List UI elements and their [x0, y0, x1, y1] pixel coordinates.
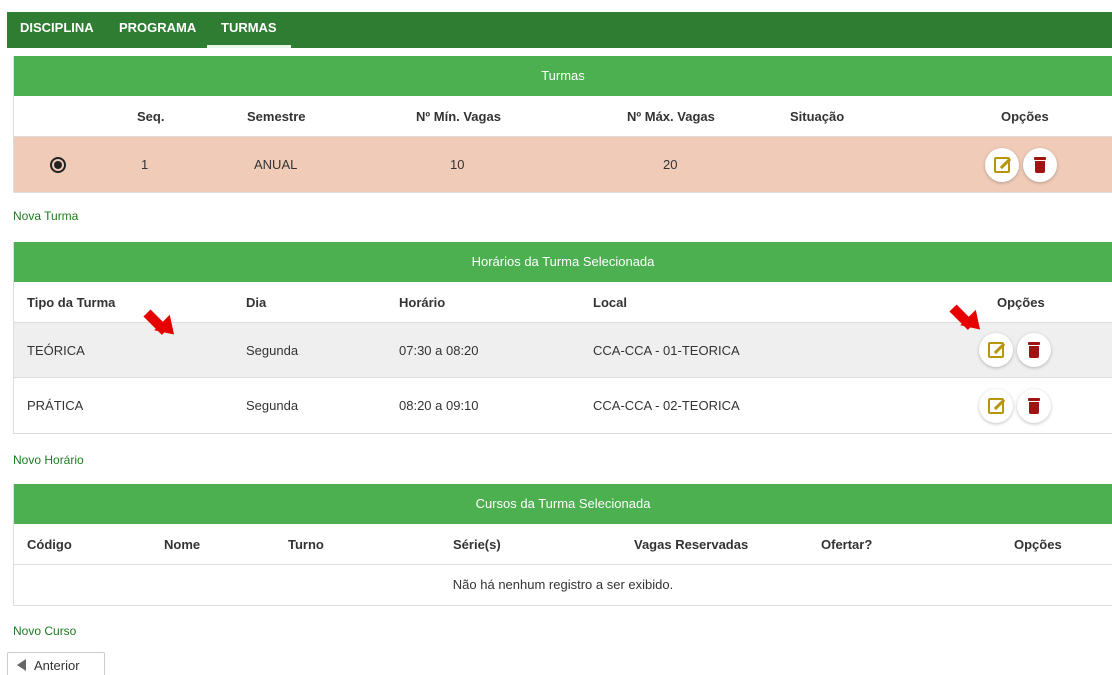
trash-icon — [1027, 397, 1041, 414]
delete-button[interactable] — [1023, 147, 1057, 182]
horarios-panel-title: Horários da Turma Selecionada — [14, 242, 1112, 282]
cell-semestre: ANUAL — [254, 157, 298, 172]
anterior-label: Anterior — [34, 657, 80, 673]
row-radio[interactable] — [50, 137, 66, 192]
cell-local: CCA-CCA - 02-TEORICA — [593, 398, 740, 413]
cell-tipo: PRÁTICA — [27, 398, 84, 413]
edit-button[interactable] — [979, 333, 1013, 367]
trash-icon — [1033, 156, 1047, 173]
delete-button[interactable] — [1017, 388, 1051, 423]
edit-button[interactable] — [979, 388, 1013, 423]
header-max-vagas: Nº Máx. Vagas — [627, 108, 715, 124]
header-dia: Dia — [246, 294, 267, 310]
header-opcoes: Opções — [1001, 108, 1049, 124]
novo-curso-link[interactable]: Novo Curso — [13, 624, 76, 638]
novo-horario-link[interactable]: Novo Horário — [13, 453, 84, 467]
cell-local: CCA-CCA - 01-TEORICA — [593, 342, 740, 358]
cursos-panel-title: Cursos da Turma Selecionada — [14, 484, 1112, 524]
row-options — [979, 378, 1051, 433]
cursos-header-row: Código Nome Turno Série(s) Vagas Reserva… — [14, 524, 1112, 565]
cell-horario: 08:20 a 09:10 — [399, 398, 479, 413]
header-local: Local — [593, 294, 627, 310]
tab-turmas[interactable]: TURMAS — [207, 12, 291, 48]
header-tipo-turma: Tipo da Turma — [27, 294, 116, 310]
anterior-button[interactable]: Anterior — [7, 652, 105, 675]
cell-max-vagas: 20 — [663, 157, 678, 172]
cell-seq: 1 — [141, 157, 149, 172]
nova-turma-link[interactable]: Nova Turma — [13, 209, 78, 223]
caret-left-icon — [17, 659, 26, 671]
table-row: PRÁTICA Segunda 08:20 a 09:10 CCA-CCA - … — [14, 378, 1112, 433]
trash-icon — [1027, 342, 1041, 358]
tab-disciplina[interactable]: DISCIPLINA — [20, 12, 94, 48]
edit-icon — [988, 342, 1004, 358]
header-opcoes: Opções — [1014, 536, 1062, 552]
header-semestre: Semestre — [247, 108, 306, 124]
radio-selected-icon[interactable] — [50, 156, 66, 173]
header-series: Série(s) — [453, 536, 501, 552]
top-navigation: DISCIPLINA PROGRAMA TURMAS — [7, 12, 1112, 48]
tab-programa[interactable]: PROGRAMA — [119, 12, 196, 48]
header-situacao: Situação — [790, 108, 845, 124]
edit-button[interactable] — [985, 147, 1019, 182]
header-codigo: Código — [27, 536, 72, 552]
empty-message: Não há nenhum registro a ser exibido. — [14, 565, 1112, 605]
edit-icon — [994, 156, 1010, 173]
header-seq: Seq. — [137, 108, 165, 124]
header-nome: Nome — [164, 536, 201, 552]
cell-dia: Segunda — [246, 398, 299, 413]
horarios-header-row: Tipo da Turma Dia Horário Local Opções — [14, 282, 1112, 323]
row-options — [979, 323, 1051, 377]
edit-icon — [988, 397, 1004, 414]
table-row: 1 ANUAL 10 20 — [14, 137, 1112, 192]
cursos-panel: Cursos da Turma Selecionada Código Nome … — [13, 484, 1112, 606]
row-options — [985, 137, 1057, 192]
header-ofertar: Ofertar? — [821, 536, 873, 552]
delete-button[interactable] — [1017, 333, 1051, 367]
table-row: TEÓRICA Segunda 07:30 a 08:20 CCA-CCA - … — [14, 323, 1112, 378]
turmas-header-row: Seq. Semestre Nº Mín. Vagas Nº Máx. Vaga… — [14, 96, 1112, 137]
cell-horario: 07:30 a 08:20 — [399, 342, 479, 358]
cell-tipo: TEÓRICA — [27, 342, 85, 358]
cell-min-vagas: 10 — [450, 157, 465, 172]
turmas-panel-title: Turmas — [14, 56, 1112, 96]
header-turno: Turno — [288, 536, 324, 552]
header-horario: Horário — [399, 294, 446, 310]
cell-dia: Segunda — [246, 342, 299, 358]
horarios-panel: Horários da Turma Selecionada Tipo da Tu… — [13, 242, 1112, 434]
header-opcoes: Opções — [997, 294, 1045, 310]
header-vagas-reservadas: Vagas Reservadas — [634, 536, 749, 552]
header-min-vagas: Nº Mín. Vagas — [416, 108, 501, 124]
turmas-panel: Turmas Seq. Semestre Nº Mín. Vagas Nº Má… — [13, 56, 1112, 193]
